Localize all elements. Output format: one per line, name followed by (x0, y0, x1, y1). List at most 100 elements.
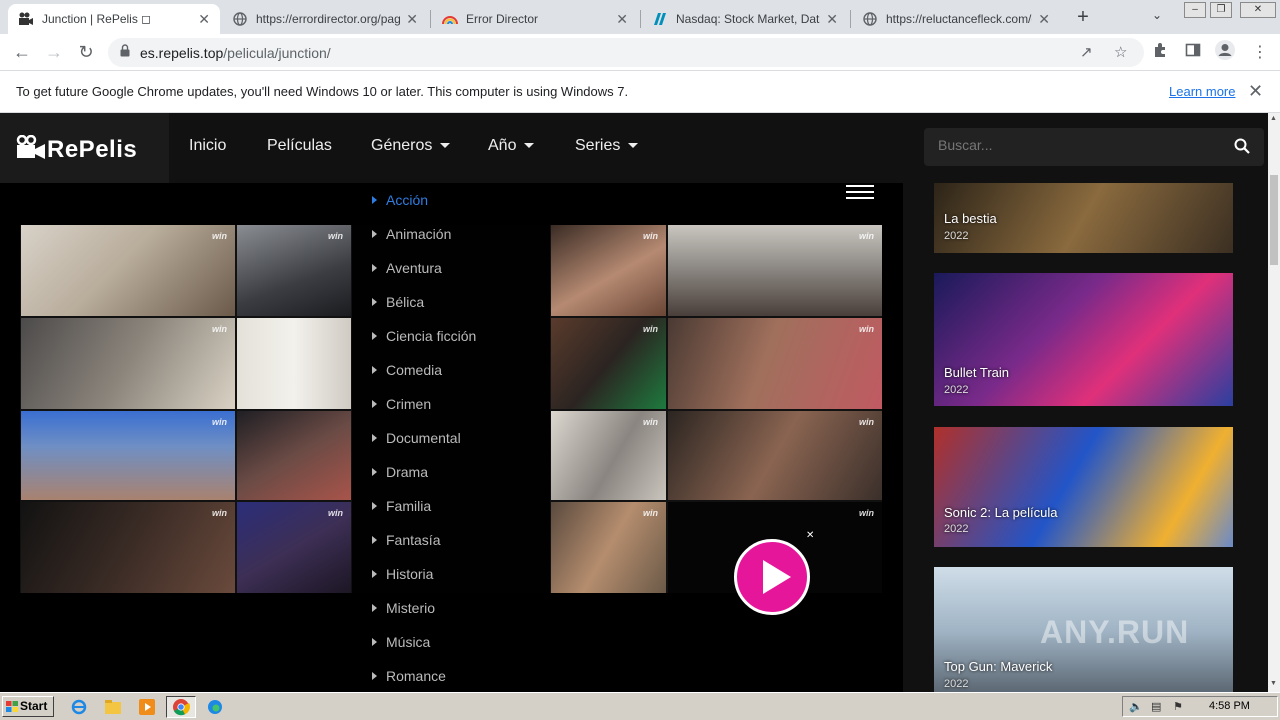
bookmark-star-icon[interactable]: ☆ (1114, 43, 1127, 61)
genre-item[interactable]: Aventura (372, 260, 442, 276)
page-scrollbar[interactable]: ▲ ▼ (1268, 113, 1280, 692)
video-thumbnail (237, 411, 351, 500)
chrome-icon[interactable] (166, 696, 196, 718)
nav-peliculas[interactable]: Películas (267, 137, 332, 155)
search-box (924, 128, 1264, 166)
genre-item[interactable]: Familia (372, 498, 431, 514)
tab-junction[interactable]: Junction | RePelis ◻ ✕ (8, 4, 220, 34)
scrollbar-thumb[interactable] (1270, 175, 1278, 265)
infobar-message: To get future Google Chrome updates, you… (16, 84, 629, 99)
genre-label: Aventura (386, 260, 442, 276)
caret-right-icon (372, 196, 377, 204)
extensions-puzzle-icon[interactable] (1153, 42, 1169, 63)
ad-close-icon[interactable]: ✕ (806, 530, 814, 541)
genre-label: Acción (386, 192, 429, 208)
tab-title: Error Director (466, 12, 539, 26)
nav-series[interactable]: Series (575, 137, 639, 155)
movie-title: Bullet Train (944, 365, 1010, 380)
tab-title: https://reluctancefleck.com/d (886, 12, 1033, 26)
address-bar[interactable]: es.repelis.top/pelicula/junction/ ↗ ☆ (108, 38, 1144, 67)
tab-search-chevron-icon[interactable]: ⌄ (1152, 8, 1162, 22)
tab-close-icon[interactable]: ✕ (1038, 11, 1050, 28)
nav-ano[interactable]: Año (488, 137, 535, 155)
caret-down-icon (440, 143, 451, 149)
start-label: Start (20, 699, 48, 713)
movie-year: 2022 (944, 678, 969, 690)
genre-item[interactable]: Animación (372, 226, 451, 242)
close-window-button[interactable]: ✕ (1240, 2, 1276, 18)
kebab-menu-icon[interactable]: ⋮ (1252, 42, 1268, 62)
new-tab-button[interactable]: + (1072, 7, 1094, 29)
genre-item[interactable]: Misterio (372, 600, 435, 616)
movie-title: Sonic 2: La película (944, 505, 1058, 520)
minimize-button[interactable]: – (1184, 2, 1206, 18)
nav-label: Inicio (189, 137, 227, 154)
caret-right-icon (372, 332, 377, 340)
media-player-icon[interactable] (136, 696, 158, 718)
genre-item[interactable]: Documental (372, 430, 461, 446)
genre-item[interactable]: Drama (372, 464, 428, 480)
logo-text: RePelis (47, 136, 138, 163)
back-arrow-icon[interactable]: ← (10, 40, 34, 64)
search-icon[interactable] (1234, 138, 1250, 154)
video-thumbnail (237, 318, 351, 409)
scroll-up-arrow-icon[interactable]: ▲ (1270, 115, 1277, 122)
movie-title: La bestia (944, 211, 997, 226)
video-thumbnail: win (551, 318, 666, 409)
genre-label: Fantasía (386, 532, 441, 548)
system-tray: 🔈 ▤ ⚑ 4:58 PM (1122, 696, 1278, 717)
caret-right-icon (372, 638, 377, 646)
play-ad-button[interactable] (734, 539, 810, 615)
site-logo[interactable]: RePelis (0, 113, 169, 183)
tab-close-icon[interactable]: ✕ (406, 11, 418, 28)
side-panel-icon[interactable] (1185, 42, 1201, 63)
genre-item[interactable]: Música (372, 634, 430, 650)
video-thumbnail: win (551, 502, 666, 593)
tab-errordirector-url[interactable]: https://errordirector.org/page ✕ (222, 4, 428, 34)
edge-icon[interactable] (204, 696, 226, 718)
movie-card[interactable]: La bestia 2022 (934, 183, 1233, 253)
action-center-flag-icon[interactable]: ⚑ (1173, 700, 1183, 713)
tab-nasdaq[interactable]: Nasdaq: Stock Market, Data U ✕ (642, 4, 848, 34)
genre-item[interactable]: Fantasía (372, 532, 440, 548)
profile-avatar-icon[interactable] (1214, 39, 1236, 66)
tab-separator (640, 10, 641, 28)
search-input[interactable] (938, 137, 1218, 153)
movie-card[interactable]: Sonic 2: La película 2022 (934, 427, 1233, 547)
learn-more-link[interactable]: Learn more (1169, 84, 1235, 99)
network-icon[interactable]: ▤ (1151, 700, 1161, 713)
thumbnail-badge: win (643, 508, 658, 518)
nav-inicio[interactable]: Inicio (189, 137, 226, 155)
tab-error-director[interactable]: Error Director ✕ (432, 4, 638, 34)
volume-icon[interactable]: 🔈 (1129, 700, 1143, 713)
caret-right-icon (372, 672, 377, 680)
restore-button[interactable]: ❐ (1210, 2, 1232, 18)
thumbnail-badge: win (328, 508, 343, 518)
genre-item[interactable]: Bélica (372, 294, 424, 310)
file-explorer-icon[interactable] (102, 696, 124, 718)
movie-card[interactable]: Bullet Train 2022 (934, 273, 1233, 406)
genre-item[interactable]: Ciencia ficción (372, 328, 476, 344)
tab-reluctancefleck-url[interactable]: https://reluctancefleck.com/d ✕ (852, 4, 1060, 34)
genre-label: Música (386, 634, 431, 650)
tab-close-icon[interactable]: ✕ (826, 11, 838, 28)
nav-generos[interactable]: Géneros (371, 137, 451, 155)
internet-explorer-icon[interactable] (68, 696, 90, 718)
forward-arrow-icon[interactable]: → (42, 40, 66, 64)
genre-item[interactable]: Comedia (372, 362, 442, 378)
genre-item[interactable]: Crimen (372, 396, 431, 412)
start-button[interactable]: Start (2, 696, 54, 717)
tab-close-icon[interactable]: ✕ (616, 11, 628, 28)
nav-label: Películas (267, 137, 332, 154)
genre-item[interactable]: Historia (372, 566, 433, 582)
player-menu-icon[interactable] (846, 185, 874, 199)
tab-close-icon[interactable]: ✕ (198, 11, 210, 28)
genre-item[interactable]: Acción (372, 192, 428, 208)
scroll-down-arrow-icon[interactable]: ▼ (1270, 680, 1277, 687)
lock-icon[interactable] (120, 44, 130, 57)
genre-item[interactable]: Romance (372, 668, 446, 684)
video-thumbnail: win (21, 502, 235, 593)
share-icon[interactable]: ↗ (1080, 43, 1093, 61)
reload-icon[interactable]: ↻ (74, 40, 98, 64)
infobar-close-icon[interactable]: ✕ (1248, 81, 1263, 102)
